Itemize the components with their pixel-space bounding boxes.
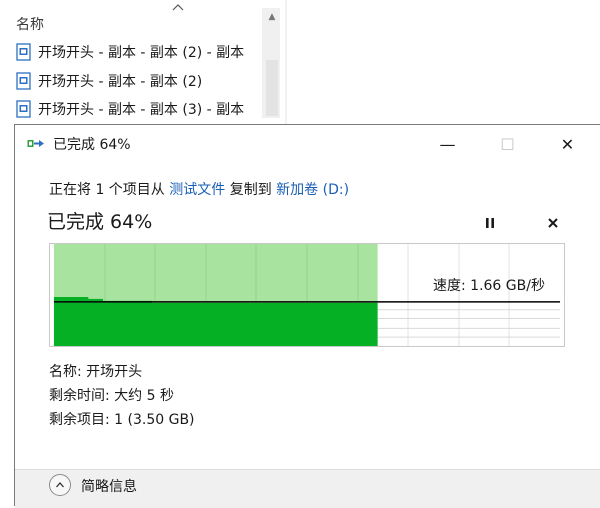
transfer-speed: 速度: 1.66 GB/秒	[433, 278, 545, 294]
chevron-up-icon	[56, 482, 64, 488]
file-icon	[16, 43, 31, 61]
source-folder-link[interactable]: 测试文件	[169, 182, 225, 198]
scroll-up-arrow-icon[interactable]: ▲	[264, 10, 280, 24]
speed-history-area	[53, 302, 378, 346]
file-row[interactable]: 开场开头 - 副本 - 副本 (2)	[16, 70, 284, 92]
file-name: 开场开头 - 副本 - 副本 (2)	[38, 74, 203, 90]
destination-drive-link[interactable]: 新加卷 (D:)	[276, 182, 349, 198]
progress-status: 已完成 64%	[47, 211, 153, 233]
transfer-speed-graph	[49, 243, 565, 347]
copy-description: 正在将 1 个项目从 测试文件 复制到 新加卷 (D:)	[49, 179, 349, 199]
file-icon	[16, 72, 31, 90]
window-title: 已完成 64%	[53, 137, 131, 153]
minimize-button[interactable]: —	[425, 125, 470, 163]
detail-name: 名称: 开场开头	[49, 364, 143, 380]
sort-ascending-icon	[172, 4, 184, 11]
file-name: 开场开头 - 副本 - 副本 (3) - 副本	[38, 102, 245, 118]
dialog-content: 正在将 1 个项目从 测试文件 复制到 新加卷 (D:) 已完成 64% 速度:…	[15, 163, 600, 469]
file-row[interactable]: 开场开头 - 副本 - 副本 (2) - 副本	[16, 41, 284, 63]
file-icon	[16, 100, 31, 118]
cancel-icon	[548, 218, 558, 228]
graph-grid-horizontal-right	[377, 309, 561, 338]
copy-prefix-text: 正在将 1 个项目从	[49, 182, 170, 198]
file-row[interactable]: 开场开头 - 副本 - 副本 (3) - 副本	[16, 98, 284, 120]
fewer-details-label[interactable]: 简略信息	[81, 476, 137, 496]
name-column-header[interactable]: 名称	[16, 14, 44, 34]
title-bar[interactable]: 已完成 64% — ☐ ✕	[15, 125, 600, 163]
minimize-icon: —	[439, 134, 456, 154]
maximize-icon: ☐	[500, 134, 515, 154]
cancel-copy-button[interactable]	[541, 211, 565, 235]
close-button[interactable]: ✕	[545, 125, 590, 163]
detail-time-left: 剩余时间: 大约 5 秒	[49, 388, 174, 404]
copy-middle-text: 复制到	[225, 182, 277, 198]
detail-items-left: 剩余项目: 1 (3.50 GB)	[49, 412, 195, 428]
file-copy-icon	[27, 140, 44, 147]
pause-icon	[486, 218, 494, 228]
pause-button[interactable]	[478, 211, 502, 235]
collapse-details-button[interactable]	[49, 474, 71, 496]
scrollbar-thumb[interactable]	[266, 60, 278, 116]
copy-progress-dialog: 已完成 64% — ☐ ✕ 正在将 1 个项目从 测试文件 复制到 新加卷 (D…	[14, 124, 600, 508]
close-icon: ✕	[560, 134, 575, 154]
file-name: 开场开头 - 副本 - 副本 (2) - 副本	[38, 45, 245, 61]
maximize-button: ☐	[485, 125, 530, 163]
dialog-footer: 简略信息	[15, 469, 600, 508]
explorer-window: 名称 开场开头 - 副本 - 副本 (2) - 副本 开场开头 - 副本 - 副…	[0, 0, 600, 130]
